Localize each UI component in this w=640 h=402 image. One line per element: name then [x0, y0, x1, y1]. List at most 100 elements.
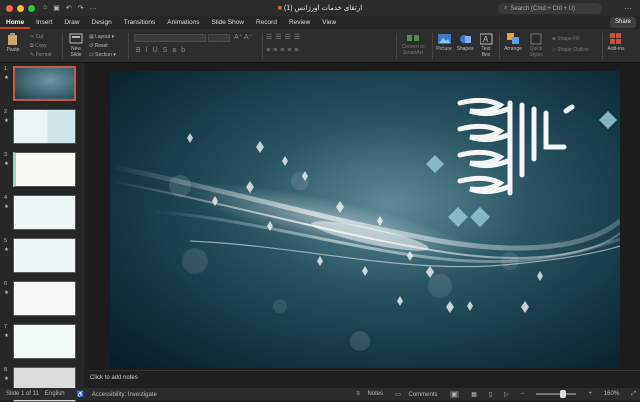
- paste-button[interactable]: Paste: [4, 33, 22, 53]
- notes-pane[interactable]: Click to add notes: [87, 370, 640, 388]
- addins-button[interactable]: Add-ins: [606, 33, 626, 52]
- comments-toggle[interactable]: ▭ Comments: [395, 391, 437, 398]
- home-icon[interactable]: ⌂: [43, 4, 47, 12]
- star-icon: ★: [4, 247, 9, 253]
- quick-styles-button[interactable]: Quick Styles: [526, 33, 546, 58]
- accessibility-indicator[interactable]: ♿ Accessibility: Investigate: [71, 391, 157, 398]
- save-icon[interactable]: ▣: [53, 4, 60, 12]
- notes-toggle-label: Notes: [367, 391, 384, 397]
- slide-sorter-icon[interactable]: ▦: [471, 391, 477, 398]
- format-painter-button[interactable]: ✎ Format: [30, 51, 51, 60]
- addins-icon: [610, 33, 621, 44]
- thumbnail-number: 8: [4, 367, 8, 373]
- slide-thumbnail[interactable]: [13, 195, 76, 230]
- thumbnail-number: 7: [4, 324, 8, 330]
- shapes-icon: [459, 35, 471, 43]
- font-name-field[interactable]: [134, 34, 206, 42]
- shape-outline-button[interactable]: ◇ Shape Outline: [552, 45, 589, 56]
- slideshow-icon[interactable]: ▷: [504, 391, 509, 398]
- star-icon: ★: [4, 204, 9, 210]
- tab-record[interactable]: Record: [250, 16, 283, 29]
- font-size-field[interactable]: [208, 34, 230, 42]
- tab-slide-show[interactable]: Slide Show: [205, 16, 250, 29]
- tab-animations[interactable]: Animations: [161, 16, 205, 29]
- font-size-controls[interactable]: A⁺ A⁻: [234, 33, 252, 41]
- slide-thumbnail[interactable]: [13, 66, 76, 101]
- language-indicator[interactable]: English: [45, 391, 65, 397]
- reading-view-icon[interactable]: ▯: [489, 391, 492, 398]
- slide-thumbnail[interactable]: [13, 238, 76, 273]
- arrange-button[interactable]: Arrange: [502, 33, 524, 52]
- share-button[interactable]: Share: [609, 17, 636, 28]
- star-icon: ★: [4, 118, 9, 124]
- tab-design[interactable]: Design: [86, 16, 118, 29]
- calligraphy-logo: [426, 97, 617, 227]
- current-slide[interactable]: [110, 71, 620, 368]
- shape-outline-label: Shape Outline: [557, 47, 589, 53]
- document-icon: ■: [277, 5, 283, 12]
- title-bar: ⌂ ▣ ↶ ↷ … ■ ارتقای خدمات اورژانس (1) ⌕ Se…: [0, 0, 640, 16]
- zoom-level[interactable]: 160%: [604, 391, 619, 397]
- slide-thumbnail[interactable]: [13, 324, 76, 359]
- align-buttons[interactable]: ≡≡≡≡≡: [266, 47, 301, 54]
- new-slide-label: New Slide: [70, 46, 82, 58]
- font-format-buttons[interactable]: BIUSab: [136, 47, 190, 54]
- arrange-label: Arrange: [504, 46, 522, 52]
- slide-thumbnail[interactable]: [13, 109, 76, 144]
- slide-counter: Slide 1 of 11: [6, 391, 39, 397]
- list-buttons[interactable]: ☰☰☰☰: [266, 33, 303, 41]
- section-button[interactable]: ▭ Section ▾: [89, 51, 116, 60]
- comments-toggle-label: Comments: [408, 391, 438, 398]
- more-options-icon[interactable]: ···: [624, 4, 632, 13]
- slide-thumbnail[interactable]: [13, 281, 76, 316]
- section-label: Section: [95, 52, 112, 58]
- textbox-button[interactable]: A Text Box: [477, 33, 495, 58]
- redo-icon[interactable]: ↷: [78, 4, 84, 12]
- shape-fill-button[interactable]: ◈ Shape Fill: [552, 34, 589, 45]
- more-icon[interactable]: …: [90, 4, 97, 12]
- tab-insert[interactable]: Insert: [30, 16, 58, 29]
- slide-thumbnail[interactable]: [13, 152, 76, 187]
- undo-icon[interactable]: ↶: [66, 4, 72, 12]
- convert-smartart-button[interactable]: Convert to SmartArt: [398, 33, 428, 56]
- thumbnail-number: 2: [4, 109, 8, 115]
- shapes-button[interactable]: Shapes: [456, 33, 474, 52]
- new-slide-button[interactable]: New Slide: [66, 33, 86, 58]
- fit-slide-icon[interactable]: ⤢: [631, 391, 636, 398]
- search-box[interactable]: ⌕ Search (Cmd + Ctrl + U): [498, 3, 602, 14]
- reset-button[interactable]: ↺ Reset: [89, 42, 116, 51]
- star-icon: ★: [4, 290, 9, 296]
- star-icon: ★: [4, 376, 9, 382]
- zoom-out-icon[interactable]: −: [521, 391, 525, 397]
- tab-transitions[interactable]: Transitions: [118, 16, 162, 29]
- thumbnail-number: 1: [4, 66, 8, 72]
- close-window-button[interactable]: [6, 4, 13, 12]
- notes-toggle[interactable]: ≡ Notes: [356, 391, 383, 397]
- arrange-icon: [506, 33, 519, 44]
- slides-group: ▤ Layout ▾ ↺ Reset ▭ Section ▾: [89, 33, 116, 60]
- status-right: ≡ Notes ▭ Comments ▣ ▦ ▯ ▷ − + 160% ⤢: [350, 388, 636, 400]
- normal-view-icon[interactable]: ▣: [449, 390, 460, 398]
- ribbon: Paste ✂ Cut ⧉ Copy ✎ Format New Slide ▤ …: [0, 29, 640, 63]
- quick-styles-icon: [530, 33, 542, 45]
- tab-review[interactable]: Review: [283, 16, 316, 29]
- accessibility-label: Accessibility: Investigate: [91, 391, 157, 398]
- picture-button[interactable]: Picture: [435, 33, 453, 52]
- zoom-slider-thumb[interactable]: [560, 390, 567, 398]
- layout-label: Layout: [95, 34, 111, 40]
- addins-label: Add-ins: [607, 46, 625, 52]
- paste-icon: [8, 33, 17, 45]
- tab-home[interactable]: Home: [0, 16, 31, 29]
- zoom-slider[interactable]: [536, 390, 577, 398]
- copy-button[interactable]: ⧉ Copy: [30, 42, 51, 51]
- zoom-in-icon[interactable]: +: [588, 391, 592, 397]
- svg-text:A: A: [483, 35, 489, 44]
- clipboard-group: ✂ Cut ⧉ Copy ✎ Format: [30, 33, 51, 60]
- cut-button[interactable]: ✂ Cut: [30, 33, 51, 42]
- star-icon: ★: [4, 75, 9, 81]
- tab-draw[interactable]: Draw: [58, 16, 85, 29]
- tab-view[interactable]: View: [316, 16, 342, 29]
- minimize-window-button[interactable]: [17, 4, 24, 12]
- maximize-window-button[interactable]: [28, 4, 35, 12]
- layout-button[interactable]: ▤ Layout ▾: [89, 33, 116, 42]
